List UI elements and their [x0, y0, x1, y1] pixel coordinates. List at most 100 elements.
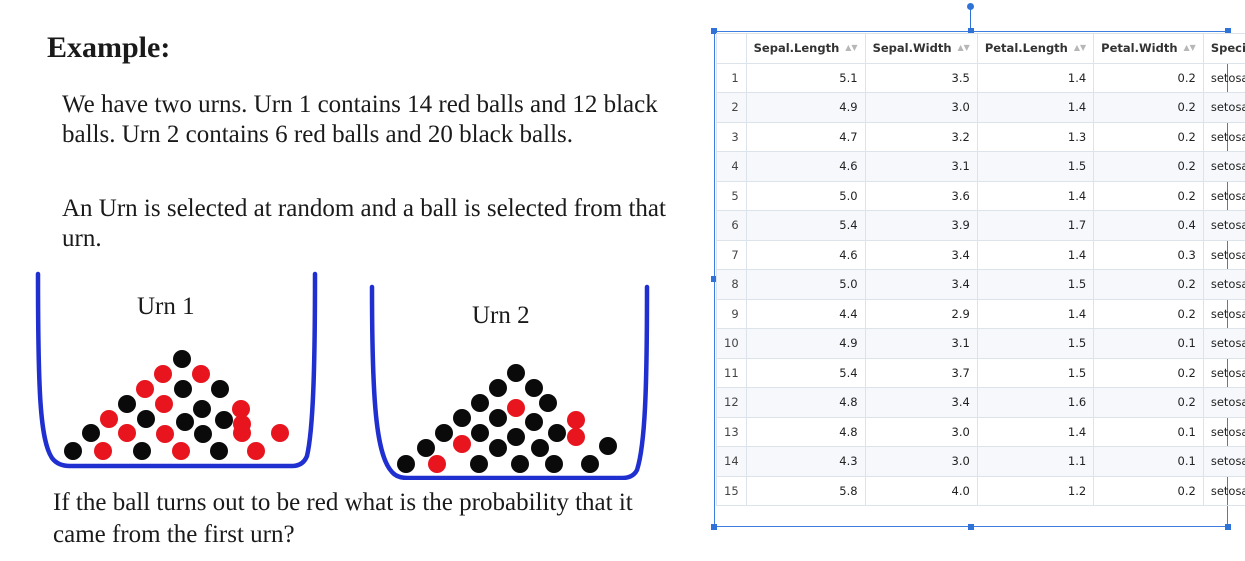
table-cell: setosa [1202, 210, 1245, 241]
urn-1-black-ball [118, 395, 136, 413]
urn-1-red-ball [100, 410, 118, 428]
table-cell: 3.4 [864, 387, 978, 418]
row-index-cell: 11 [716, 357, 747, 388]
table-row: 5 5.0 3.6 1.4 0.2 setosa [716, 180, 1245, 211]
table-row: 6 5.4 3.9 1.7 0.4 setosa [716, 210, 1245, 241]
table-cell: 0.2 [1093, 475, 1204, 506]
sort-icon[interactable]: ▲▼ [1074, 43, 1086, 52]
table-cell: 4.0 [864, 475, 978, 506]
slide: Example: We have two urns. Urn 1 contain… [0, 0, 1245, 561]
resize-handle-bottom-left[interactable] [711, 524, 717, 530]
table-cell: 0.2 [1093, 269, 1204, 300]
column-header-species[interactable]: Species▲▼ [1202, 33, 1245, 64]
urn-1-black-ball [82, 424, 100, 442]
table-cell: 4.3 [745, 446, 866, 477]
urn-2-black-ball [525, 379, 543, 397]
urn-1-black-ball [194, 425, 212, 443]
table-row: 15 5.8 4.0 1.2 0.2 setosa [716, 475, 1245, 506]
column-header-petal-length[interactable]: Petal.Length ▲▼ [976, 33, 1095, 64]
urn-2-black-ball [489, 439, 507, 457]
column-header-petal-width[interactable]: Petal.Width ▲▼ [1093, 33, 1204, 64]
question-text: If the ball turns out to be red what is … [53, 489, 633, 548]
urn-2-black-ball [453, 409, 471, 427]
urn-1-black-ball [215, 411, 233, 429]
urn-2-black-ball [435, 424, 453, 442]
table-cell: 0.3 [1093, 239, 1204, 270]
row-index-cell: 3 [716, 121, 747, 152]
urn-2-red-ball [428, 455, 446, 473]
urn-1-red-ball [172, 442, 190, 460]
table-body: 1 5.1 3.5 1.4 0.2 setosa 2 4.9 3.0 1.4 0.2 setosa 3 4… [716, 62, 1245, 506]
urn-2-red-ball [567, 428, 585, 446]
table-cell: setosa [1202, 446, 1245, 477]
table-cell: 4.9 [745, 328, 866, 359]
sort-icon[interactable]: ▲▼ [1184, 43, 1196, 52]
table-cell: 3.0 [864, 92, 978, 123]
table-cell: 1.4 [976, 239, 1095, 270]
table-row: 3 4.7 3.2 1.3 0.2 setosa [716, 121, 1245, 152]
table-cell: setosa [1202, 62, 1245, 93]
table-cell: 3.7 [864, 357, 978, 388]
sort-icon[interactable]: ▲▼ [845, 43, 857, 52]
urn-1-red-ball [118, 424, 136, 442]
urn-2-black-ball [511, 455, 529, 473]
table-cell: 1.1 [976, 446, 1095, 477]
table-cell: 0.1 [1093, 416, 1204, 447]
column-header-sepal-width[interactable]: Sepal.Width ▲▼ [864, 33, 978, 64]
urn-1-black-ball [133, 442, 151, 460]
table-cell: 2.9 [864, 298, 978, 329]
urn-1-black-ball [174, 380, 192, 398]
urn-2-black-ball [545, 455, 563, 473]
table-cell: 0.1 [1093, 328, 1204, 359]
table-cell: 1.5 [976, 269, 1095, 300]
table-cell: 1.6 [976, 387, 1095, 418]
row-index-cell: 5 [716, 180, 747, 211]
urn-2-black-ball [507, 364, 525, 382]
table-cell: 5.4 [745, 210, 866, 241]
row-index-cell: 12 [716, 387, 747, 418]
urn-2-balls [397, 364, 617, 473]
sort-icon[interactable]: ▲▼ [958, 43, 970, 52]
urn-2-black-ball [397, 455, 415, 473]
table-cell: 1.4 [976, 416, 1095, 447]
urn-1-red-ball [155, 395, 173, 413]
urn-2-black-ball [531, 439, 549, 457]
table-row: 8 5.0 3.4 1.5 0.2 setosa [716, 269, 1245, 300]
urn-2-black-ball [548, 424, 566, 442]
table-cell: 3.4 [864, 239, 978, 270]
column-header-sepal-length[interactable]: Sepal.Length ▲▼ [745, 33, 866, 64]
rotation-handle[interactable] [967, 3, 974, 10]
table-cell: setosa [1202, 151, 1245, 182]
urn-1-black-ball [176, 413, 194, 431]
table-cell: 0.2 [1093, 151, 1204, 182]
resize-handle-bottom[interactable] [968, 524, 974, 530]
table-cell: 1.4 [976, 180, 1095, 211]
column-header-label: Petal.Width [1101, 41, 1178, 56]
column-header-label: Petal.Length [984, 41, 1068, 56]
table-cell: 3.2 [864, 121, 978, 152]
urn-1-red-ball [94, 442, 112, 460]
table-cell: 5.0 [745, 269, 866, 300]
row-index-cell: 14 [716, 446, 747, 477]
table-cell: 4.4 [745, 298, 866, 329]
column-header-label: Species [1210, 41, 1245, 56]
table-cell: setosa [1202, 239, 1245, 270]
row-index-cell: 7 [716, 239, 747, 270]
urn-2-black-ball [489, 379, 507, 397]
table-cell: 3.9 [864, 210, 978, 241]
table-row: 11 5.4 3.7 1.5 0.2 setosa [716, 357, 1245, 388]
urn-2-black-ball [489, 409, 507, 427]
table-cell: 1.2 [976, 475, 1095, 506]
table-row: 10 4.9 3.1 1.5 0.1 setosa [716, 328, 1245, 359]
table-cell: setosa [1202, 387, 1245, 418]
resize-handle-bottom-right[interactable] [1225, 524, 1231, 530]
iris-data-table: Sepal.Length ▲▼ Sepal.Width ▲▼ Petal.Lengt… [716, 33, 1245, 506]
column-header-label: Sepal.Width [872, 41, 952, 56]
row-index-cell: 8 [716, 269, 747, 300]
table-cell: 4.7 [745, 121, 866, 152]
row-index-header [716, 33, 747, 64]
table-row: 9 4.4 2.9 1.4 0.2 setosa [716, 298, 1245, 329]
urn-2-black-ball [470, 455, 488, 473]
table-cell: 5.0 [745, 180, 866, 211]
urn-2-black-ball [471, 424, 489, 442]
